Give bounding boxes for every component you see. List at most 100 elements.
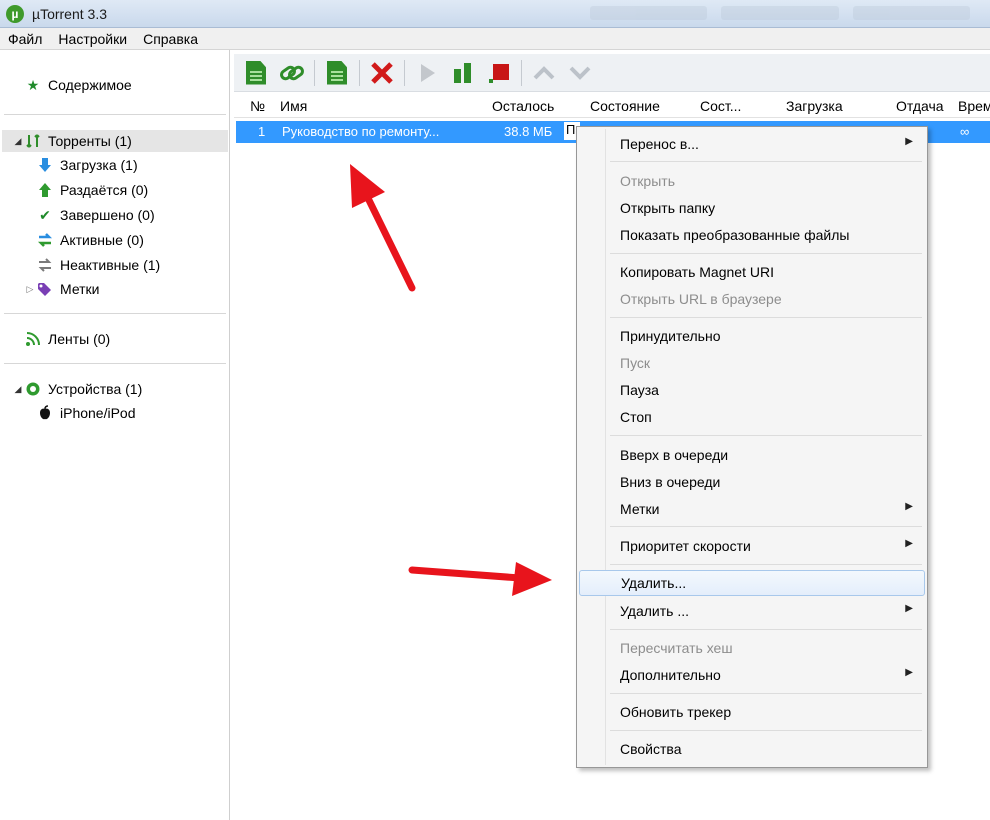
menu-item-label: Открыть папку bbox=[620, 200, 716, 216]
row-number: 1 bbox=[258, 124, 266, 139]
menu-item-copy-magnet[interactable]: Копировать Magnet URI bbox=[579, 259, 925, 285]
sidebar: ★ Содержимое ◢ Торренты (1) Загрузка (1)… bbox=[0, 50, 230, 820]
remove-button[interactable] bbox=[366, 58, 398, 88]
menu-item-start[interactable]: Пуск bbox=[579, 350, 925, 376]
sidebar-divider bbox=[4, 313, 226, 314]
create-torrent-icon bbox=[327, 60, 347, 85]
sidebar-item-torrents[interactable]: ◢ Торренты (1) bbox=[2, 130, 228, 152]
move-down-button[interactable] bbox=[564, 58, 596, 88]
sidebar-item-seeding[interactable]: Раздаётся (0) bbox=[36, 179, 148, 201]
menu-item-open-folder[interactable]: Открыть папку bbox=[579, 195, 925, 221]
chevron-up-icon bbox=[533, 65, 555, 79]
menu-item-label: Копировать Magnet URI bbox=[620, 264, 774, 280]
column-time[interactable]: Врем bbox=[958, 98, 990, 114]
title-bar: µ µTorrent 3.3 bbox=[0, 0, 990, 28]
pause-button[interactable] bbox=[447, 58, 479, 88]
chevron-down-icon bbox=[569, 66, 591, 80]
menu-item-open[interactable]: Открыть bbox=[579, 168, 925, 194]
menu-separator bbox=[610, 629, 922, 630]
menu-item-label: Стоп bbox=[620, 409, 652, 425]
active-transfer-icon bbox=[36, 232, 54, 248]
menu-item-label: Принудительно bbox=[620, 328, 721, 344]
sidebar-item-inactive[interactable]: Неактивные (1) bbox=[36, 254, 160, 276]
sidebar-item-downloading[interactable]: Загрузка (1) bbox=[36, 154, 138, 176]
toolbar-separator bbox=[404, 59, 405, 86]
download-arrow-icon bbox=[36, 157, 54, 173]
menu-item-label: Открыть URL в браузере bbox=[620, 291, 782, 307]
menu-item-speed-priority[interactable]: Приоритет скорости ▶ bbox=[579, 533, 925, 559]
sidebar-item-label: Завершено (0) bbox=[60, 207, 155, 223]
tag-icon bbox=[36, 281, 54, 297]
menu-item-labels[interactable]: Метки ▶ bbox=[579, 496, 925, 522]
window-title: µTorrent 3.3 bbox=[32, 5, 107, 22]
menu-item-open-url[interactable]: Открыть URL в браузере bbox=[579, 286, 925, 312]
add-torrent-button[interactable] bbox=[240, 58, 272, 88]
menu-item-label: Обновить трекер bbox=[620, 704, 732, 720]
menu-separator bbox=[610, 730, 922, 731]
row-eta: ∞ bbox=[960, 124, 970, 139]
menu-item-label: Открыть bbox=[620, 173, 675, 189]
utorrent-logo-icon: µ bbox=[6, 4, 24, 23]
menu-item-queue-up[interactable]: Вверх в очереди bbox=[579, 442, 925, 468]
menu-item-label: Приоритет скорости bbox=[620, 538, 751, 554]
submenu-arrow-icon: ▶ bbox=[905, 136, 913, 147]
menu-settings[interactable]: Настройки bbox=[50, 31, 135, 47]
torrents-icon bbox=[24, 133, 42, 149]
menu-item-label: Пересчитать хеш bbox=[620, 640, 733, 656]
menu-item-recheck[interactable]: Пересчитать хеш bbox=[579, 635, 925, 661]
sidebar-item-active[interactable]: Активные (0) bbox=[36, 229, 144, 251]
sidebar-divider bbox=[4, 363, 226, 364]
toolbar-separator bbox=[521, 59, 522, 86]
menu-item-stop[interactable]: Стоп bbox=[579, 404, 925, 430]
menu-item-queue-down[interactable]: Вниз в очереди bbox=[579, 469, 925, 495]
menu-bar: Файл Настройки Справка bbox=[0, 28, 990, 50]
column-number[interactable]: № bbox=[250, 98, 265, 114]
menu-file[interactable]: Файл bbox=[0, 31, 50, 47]
menu-item-label: Пауза bbox=[620, 382, 659, 398]
menu-item-properties[interactable]: Свойства bbox=[579, 736, 925, 762]
stop-button[interactable] bbox=[483, 58, 515, 88]
upload-arrow-icon bbox=[36, 182, 54, 198]
row-remaining: 38.8 МБ bbox=[504, 124, 553, 139]
menu-item-update-tracker[interactable]: Обновить трекер bbox=[579, 699, 925, 725]
menu-help[interactable]: Справка bbox=[135, 31, 206, 47]
sidebar-item-label: Неактивные (1) bbox=[60, 257, 161, 273]
expand-triangle-icon[interactable]: ◢ bbox=[12, 136, 24, 147]
start-button[interactable] bbox=[411, 58, 443, 88]
link-icon bbox=[280, 65, 304, 80]
menu-item-move-to[interactable]: Перенос в... ▶ bbox=[579, 131, 925, 157]
column-remaining[interactable]: Осталось bbox=[492, 98, 554, 114]
move-up-button[interactable] bbox=[528, 58, 560, 88]
menu-item-label: Вниз в очереди bbox=[620, 474, 721, 490]
menu-item-label: Свойства bbox=[620, 741, 682, 757]
sidebar-item-label: Активные (0) bbox=[60, 232, 144, 248]
sidebar-item-content[interactable]: ★ Содержимое bbox=[24, 74, 132, 96]
sidebar-item-devices[interactable]: ◢ Устройства (1) bbox=[12, 378, 143, 400]
sidebar-item-feeds[interactable]: Ленты (0) bbox=[24, 328, 110, 350]
expand-triangle-icon[interactable]: ◢ bbox=[12, 384, 24, 395]
column-state[interactable]: Состояние bbox=[590, 98, 660, 114]
devices-icon bbox=[24, 381, 42, 397]
menu-item-pause[interactable]: Пауза bbox=[579, 377, 925, 403]
column-download[interactable]: Загрузка bbox=[786, 98, 843, 114]
sidebar-item-labels[interactable]: ▷ Метки bbox=[24, 278, 100, 300]
menu-item-remove[interactable]: Удалить... bbox=[579, 570, 925, 596]
create-torrent-button[interactable] bbox=[321, 58, 353, 88]
collapse-triangle-icon[interactable]: ▷ bbox=[24, 284, 36, 295]
remove-x-icon bbox=[371, 61, 393, 84]
column-upload[interactable]: Отдача bbox=[896, 98, 944, 114]
menu-item-label: Удалить... bbox=[621, 575, 687, 591]
sidebar-item-label: iPhone/iPod bbox=[60, 405, 136, 421]
sidebar-item-completed[interactable]: ✔ Завершено (0) bbox=[36, 204, 155, 226]
sidebar-item-iphone[interactable]: iPhone/iPod bbox=[36, 402, 136, 424]
add-torrent-url-button[interactable] bbox=[276, 58, 308, 88]
submenu-arrow-icon: ▶ bbox=[905, 538, 913, 549]
menu-item-remove-and[interactable]: Удалить ... ▶ bbox=[579, 598, 925, 624]
menu-separator bbox=[610, 435, 922, 436]
column-status-short[interactable]: Сост... bbox=[700, 98, 741, 114]
menu-separator bbox=[610, 253, 922, 254]
menu-item-show-converted[interactable]: Показать преобразованные файлы bbox=[579, 222, 925, 248]
menu-item-force-start[interactable]: Принудительно bbox=[579, 323, 925, 349]
menu-item-advanced[interactable]: Дополнительно ▶ bbox=[579, 662, 925, 688]
column-name[interactable]: Имя bbox=[280, 98, 307, 114]
